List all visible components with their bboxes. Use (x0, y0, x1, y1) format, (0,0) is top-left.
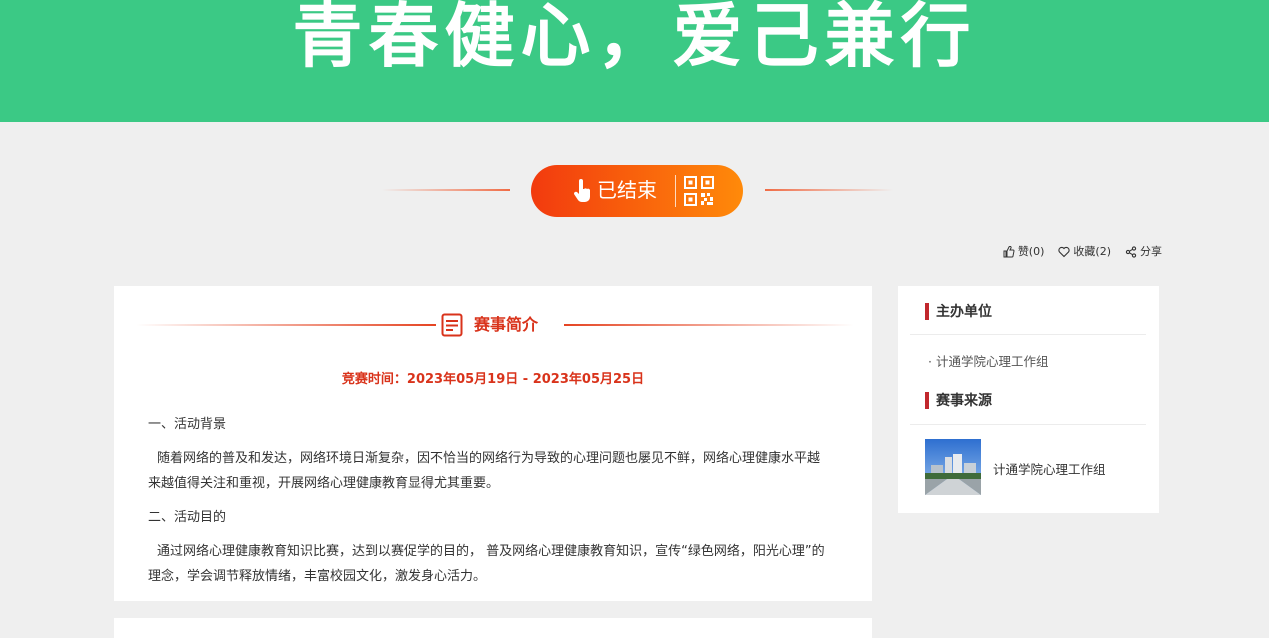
header-line-right (564, 324, 854, 326)
status-divider (675, 175, 676, 207)
status-label: 已结束 (597, 178, 657, 202)
organizer-title: 主办单位 (936, 304, 992, 320)
organizer-header: 主办单位 (925, 301, 992, 321)
thumbs-up-icon (1003, 246, 1015, 258)
intro-section-header: 赛事简介 (114, 312, 872, 338)
organizer-header-bar (925, 302, 929, 320)
background-heading: 一、活动背景 (148, 417, 227, 432)
sidebar-card: 主办单位 · 计通学院心理工作组 赛事来源 计通学院心理工作组 (898, 286, 1159, 513)
top-banner: 青春健心，爱己兼行 (0, 0, 1269, 122)
share-icon (1125, 246, 1137, 258)
source-title: 赛事来源 (936, 393, 992, 409)
like-label: 赞(0) (1017, 245, 1045, 258)
next-card (114, 618, 872, 638)
decorative-line-right (765, 189, 893, 191)
header-line-left (136, 324, 436, 326)
source-header-bar (925, 391, 929, 409)
campus-image (925, 439, 981, 495)
banner-slogan: 青春健心，爱己兼行 (292, 0, 977, 77)
document-icon (441, 313, 463, 337)
intro-content: 一、活动背景 随着网络的普及和发达，网络环境日渐复杂，因不恰当的网络行为导致的心… (148, 412, 832, 598)
favorite-button[interactable]: 收藏(2) (1058, 244, 1111, 260)
status-ended-button[interactable]: 已结束 (531, 165, 743, 217)
decorative-line-left (382, 189, 510, 191)
organizer-name: · 计通学院心理工作组 (928, 354, 1049, 369)
source-thumbnail[interactable] (925, 439, 981, 495)
share-label: 分享 (1140, 245, 1162, 258)
background-text: 随着网络的普及和发达，网络环境日渐复杂，因不恰当的网络行为导致的心理问题也屡见不… (148, 451, 821, 491)
source-header: 赛事来源 (925, 390, 992, 410)
like-button[interactable]: 赞(0) (1003, 244, 1045, 260)
heart-icon (1058, 246, 1070, 258)
source-name[interactable]: 计通学院心理工作组 (993, 459, 1106, 478)
intro-card: 赛事简介 竞赛时间：2023年05月19日 - 2023年05月25日 一、活动… (114, 286, 872, 601)
intro-title: 赛事简介 (474, 315, 539, 334)
pointing-hand-icon (573, 179, 590, 202)
action-bar: 赞(0) 收藏(2) 分享 (1003, 244, 1162, 260)
purpose-heading: 二、活动目的 (148, 510, 227, 525)
organizer-divider (910, 334, 1146, 335)
qr-code-icon[interactable] (684, 176, 714, 206)
favorite-label: 收藏(2) (1073, 245, 1111, 258)
competition-time: 竞赛时间：2023年05月19日 - 2023年05月25日 (341, 372, 645, 387)
purpose-text: 通过网络心理健康教育知识比赛，达到以赛促学的目的， 普及网络心理健康教育知识，宣… (148, 544, 825, 584)
source-divider (910, 424, 1146, 425)
share-button[interactable]: 分享 (1125, 244, 1162, 260)
status-row: 已结束 (0, 165, 1269, 217)
